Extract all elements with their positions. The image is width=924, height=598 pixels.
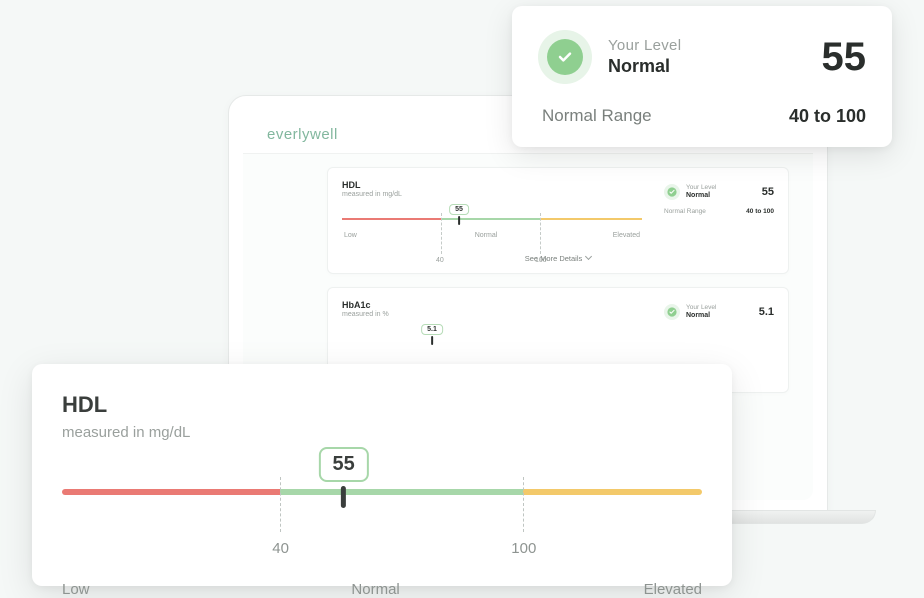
normal-range-value: 40 to 100	[789, 106, 866, 127]
gauge-marker: 55	[449, 204, 469, 225]
gauge-marker-value: 5.1	[421, 324, 443, 335]
hdl-mini-gauge: 40 100 55 Low Normal Elevated	[342, 218, 642, 244]
hdl-unit: measured in mg/dL	[62, 424, 702, 441]
gauge-tick-40: 40	[280, 477, 281, 532]
check-circle-icon	[538, 30, 592, 84]
level-value: 55	[762, 186, 774, 198]
gauge-label-low: Low	[62, 581, 90, 598]
gauge-label-low: Low	[344, 232, 357, 239]
hba1c-mini-gauge: 5.1	[342, 338, 642, 364]
level-status: Normal	[686, 192, 710, 199]
gauge-label-normal: Normal	[475, 232, 498, 239]
brand-logo: everlywell	[267, 126, 338, 143]
range-label: Normal Range	[664, 208, 706, 215]
hdl-gauge-callout: HDL measured in mg/dL 40 100 55 Low Norm…	[32, 364, 732, 586]
gauge-segment-low	[342, 218, 441, 220]
normal-range-label: Normal Range	[542, 106, 652, 127]
gauge-marker-value: 55	[318, 447, 368, 482]
hdl-gauge: 40 100 55	[62, 489, 702, 559]
your-level-label: Your Level	[608, 37, 681, 54]
see-more-details-toggle[interactable]: See More Details	[342, 254, 774, 263]
gauge-tick-100: 100	[523, 477, 524, 532]
gauge-label-elevated: Elevated	[613, 232, 640, 239]
result-level-summary: Your Level Normal 5.1	[664, 304, 774, 320]
gauge-label-elevated: Elevated	[644, 581, 702, 598]
gauge-marker: 5.1	[421, 324, 443, 345]
your-level-callout: Your Level Normal 55 Normal Range 40 to …	[512, 6, 892, 147]
hdl-title: HDL	[62, 392, 702, 418]
your-level-status: Normal	[608, 56, 681, 77]
level-status: Normal	[686, 312, 710, 319]
gauge-label-normal: Normal	[351, 581, 399, 598]
level-label: Your Level	[686, 184, 716, 192]
gauge-segment-low	[62, 489, 280, 495]
chevron-down-icon	[585, 253, 592, 260]
level-label: Your Level	[686, 304, 716, 312]
result-level-summary: Your Level Normal 55 Normal Range 40 to …	[664, 184, 774, 215]
check-circle-icon	[664, 184, 680, 200]
gauge-marker-value: 55	[449, 204, 469, 215]
level-value: 5.1	[759, 306, 774, 318]
gauge-marker: 55	[318, 447, 368, 508]
your-level-value: 55	[822, 35, 867, 80]
gauge-segment-elevated	[523, 489, 702, 495]
gauge-segment-normal	[280, 489, 523, 495]
check-circle-icon	[664, 304, 680, 320]
range-value: 40 to 100	[746, 208, 774, 215]
gauge-segment-elevated	[540, 218, 642, 220]
result-card-hdl: HDL measured in mg/dL 40 100 55 Low Norm…	[327, 167, 789, 274]
